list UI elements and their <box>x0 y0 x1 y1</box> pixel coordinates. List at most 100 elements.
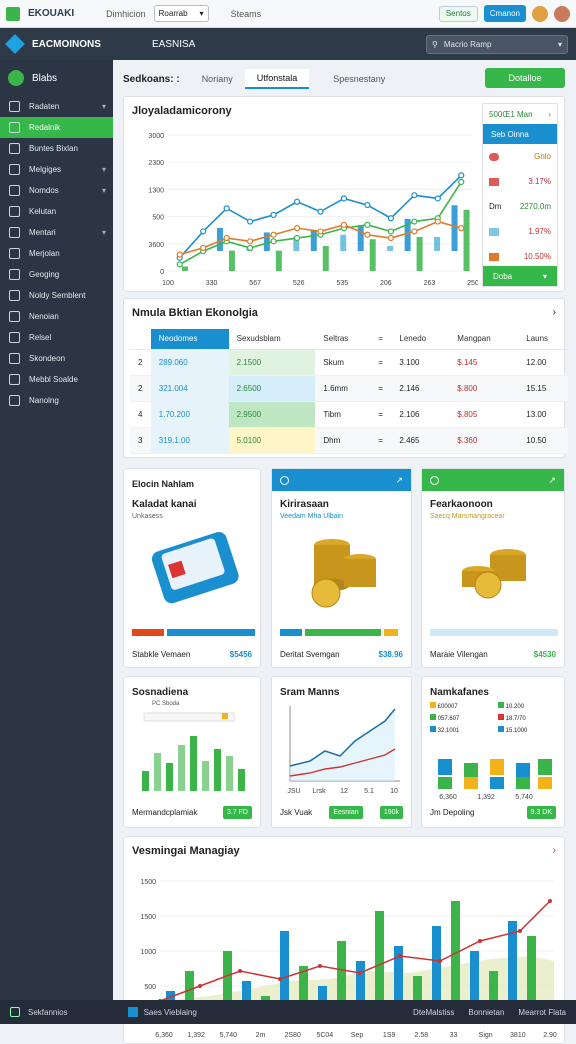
x-tick-label: 5C04 <box>316 1032 333 1039</box>
circle-icon <box>430 475 439 485</box>
product-footer-label: Deritat Svemgan <box>280 650 340 659</box>
top-select[interactable]: Roarrab ▾ <box>153 5 209 22</box>
sidebar-item[interactable]: Nanolng <box>0 390 113 411</box>
sidebar-item-label: Nomdos <box>29 186 59 195</box>
status-right-2[interactable]: Bonnietan <box>468 1008 504 1017</box>
chevron-right-icon[interactable]: › <box>553 845 556 856</box>
product-card[interactable]: ↗ Kirirasaan Veedam Mha Ulbain Deritat S… <box>271 468 412 668</box>
mini-button[interactable]: Eesnian <box>329 806 363 819</box>
legend-footer-button[interactable]: Doba ▾ <box>483 266 557 286</box>
table-cell: 10.50 <box>518 427 568 454</box>
table-cell: 2 <box>130 375 151 402</box>
select-value: Roarrab <box>158 9 188 18</box>
legend-swatch <box>222 713 228 719</box>
chevron-right-icon[interactable]: › <box>548 110 551 119</box>
mini-button[interactable]: 9.3 DK <box>526 806 556 819</box>
sidebar-item[interactable]: Buntes Bixlan <box>0 138 113 159</box>
tab-2[interactable]: Utfonstala <box>244 69 310 89</box>
menu-item-icon <box>9 395 20 406</box>
data-point <box>317 208 324 215</box>
table-row[interactable]: 2 321.004 2.6500 1.6mm = 2.146 $.800 15.15 <box>130 375 568 402</box>
legend-head: 500Œ1 Man › <box>483 104 557 124</box>
sidebar-item[interactable]: Radaten ▾ <box>0 96 113 117</box>
user-avatar-2[interactable] <box>554 5 570 22</box>
menu-item-icon <box>9 185 20 196</box>
bottom-chart-title: Vesmingai Managiay <box>132 845 240 857</box>
table-header[interactable]: Launs <box>518 329 568 350</box>
data-point <box>387 215 394 222</box>
data-point <box>411 192 418 199</box>
table-header[interactable]: = <box>370 329 392 350</box>
top-link[interactable]: Dimhicion <box>106 9 146 19</box>
table-header[interactable]: Mangpan <box>449 329 519 350</box>
x-tick-label: 33 <box>450 1032 458 1039</box>
sidebar-item[interactable]: Melgiges ▾ <box>0 159 113 180</box>
table-header[interactable]: Lenedo <box>391 329 450 350</box>
x-tick-label: 1,392 <box>187 1032 205 1039</box>
x-tick-label: 3810 <box>510 1032 526 1039</box>
table-header[interactable] <box>130 329 151 350</box>
top-tab[interactable]: Steams <box>231 9 262 19</box>
chart-bar <box>202 761 209 791</box>
menu-item-icon <box>9 164 20 175</box>
status-right-3[interactable]: Mearrot Flata <box>518 1008 566 1017</box>
sidebar-item[interactable]: Noldy Semblent <box>0 285 113 306</box>
y-tick-label: 1500 <box>140 879 156 886</box>
sidebar-item[interactable]: Mebbl Soalde <box>0 369 113 390</box>
legend-row: 1.97% <box>483 219 557 244</box>
table-cell: $.360 <box>449 427 519 454</box>
chart-bar <box>516 777 530 789</box>
search-input[interactable]: ⚲ Macrio Ramp ▾ <box>426 34 568 54</box>
mini-chart-card: Sosnadiena PC Sboda Mermandcplamiak 3.7 … <box>123 676 261 828</box>
table-row[interactable]: 4 1.70.200 2.9500 Tibm = 2.106 $.805 13.00 <box>130 401 568 428</box>
primary-button[interactable]: Cmanon <box>483 5 526 22</box>
legend-label: Dm <box>489 202 502 211</box>
legend-value: 057.607 <box>437 716 460 722</box>
tab-1[interactable]: Noriany <box>190 70 245 88</box>
table-header[interactable]: Sexudsblam <box>228 329 316 350</box>
chart-bar <box>357 225 364 251</box>
mini-button[interactable]: 3.7 FD <box>222 806 252 819</box>
chart-bar <box>538 777 552 789</box>
data-point <box>398 954 402 958</box>
table-header[interactable]: Seltras <box>315 329 371 350</box>
sidebar-item[interactable]: Nenoian <box>0 306 113 327</box>
product-card[interactable]: ↗ Fearkaonoon Saecq Marsmangracear Marai… <box>421 468 565 668</box>
chart-bar <box>154 753 161 791</box>
chart-bar <box>464 763 478 779</box>
table-row[interactable]: 3 319.1.00 5.0100 Dhm = 2.465 $.360 10.50 <box>130 427 568 454</box>
table-header[interactable]: Neodomes <box>150 329 229 350</box>
data-point <box>364 221 371 228</box>
arrow-icon[interactable]: ↗ <box>548 475 556 486</box>
coins-image <box>462 549 526 599</box>
x-tick-label: 12 <box>340 788 348 795</box>
swatch-icon <box>489 152 499 161</box>
sidebar-header-label: Blabs <box>32 72 58 84</box>
product-header: ↗ <box>272 469 411 491</box>
tab-3[interactable]: Spesnestany <box>321 70 397 88</box>
mini-button-2[interactable]: 190k <box>379 806 403 819</box>
sidebar-item[interactable]: Mentari ▾ <box>0 222 113 243</box>
status-right-1[interactable]: DteMalstiss <box>413 1008 454 1017</box>
sidebar-item[interactable]: Merjolan <box>0 243 113 264</box>
action-button[interactable]: Dotalloe <box>485 68 565 88</box>
product-card[interactable]: Elocin Nahlam Kaladat kanai Unkasess Sta… <box>123 468 261 668</box>
chevron-down-icon: ▾ <box>199 9 204 18</box>
sidebar-item[interactable]: Geoging <box>0 264 113 285</box>
user-avatar[interactable] <box>532 5 548 22</box>
sidebar-header[interactable]: Blabs <box>0 60 113 96</box>
legend-selected[interactable]: Seb Oinna <box>483 124 557 144</box>
sidebar-item[interactable]: Relsel <box>0 327 113 348</box>
data-table: Neodomes Sexudsblam Seltras = Lenedo Mangpan L… <box>130 329 568 454</box>
sidebar-item[interactable]: Redalnik <box>0 117 113 138</box>
outline-button[interactable]: Sentos <box>438 5 478 22</box>
legend-footer-label: Doba <box>493 271 513 281</box>
table-row[interactable]: 2 289.060 2.1500 Skum = 3.100 $.145 12.00 <box>130 349 568 376</box>
sidebar-item[interactable]: Kelutan <box>0 201 113 222</box>
arrow-icon[interactable]: ↗ <box>395 475 403 486</box>
chevron-right-icon[interactable]: › <box>553 307 556 318</box>
x-tick-label: JSU <box>287 788 300 795</box>
x-tick-label: Lrsk <box>312 788 326 795</box>
sidebar-item[interactable]: Skondeon <box>0 348 113 369</box>
sidebar-item[interactable]: Nomdos ▾ <box>0 180 113 201</box>
